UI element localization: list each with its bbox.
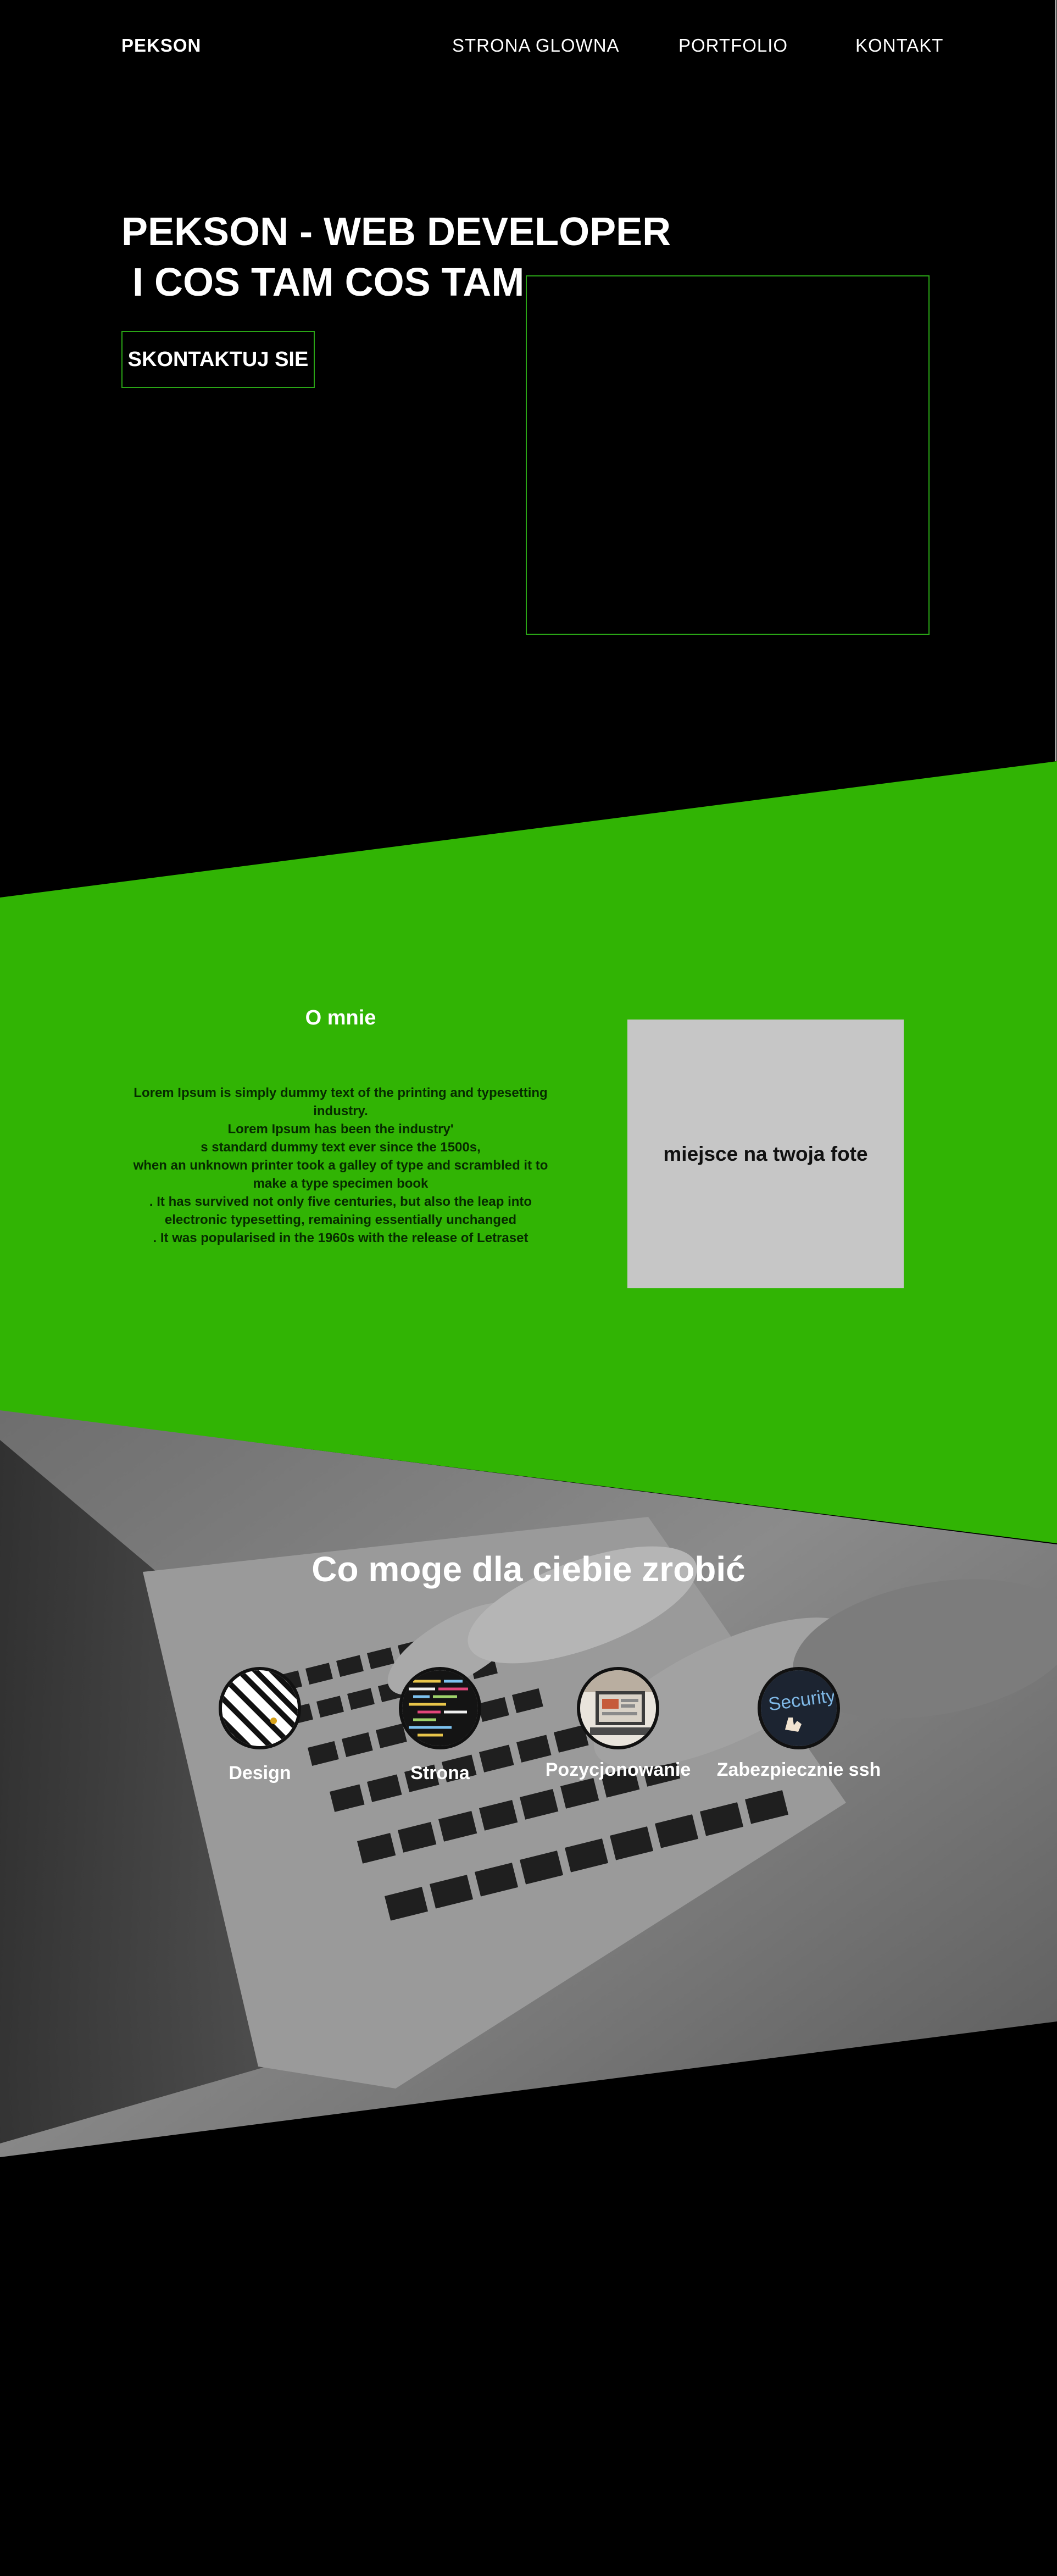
service-label-zabezpieczenie: Zabezpiecznie ssh [716, 1759, 881, 1780]
about-line: make a type specimen book [253, 1176, 429, 1191]
about-line: . It has survived not only five centurie… [149, 1194, 532, 1209]
about-line: Lorem Ipsum is simply dummy text of the … [133, 1085, 548, 1100]
about-line: when an unknown printer took a galley of… [133, 1158, 548, 1173]
service-label-strona: Strona [410, 1763, 470, 1783]
service-zabezpieczenie[interactable]: Security Zabezpiecznie ssh [716, 1667, 881, 1781]
about-line: Lorem Ipsum has been the industry' [227, 1122, 454, 1137]
analytics-screen-icon[interactable] [577, 1667, 659, 1749]
security-icon[interactable]: Security [758, 1667, 840, 1749]
about-line: electronic typesetting, remaining essent… [164, 1212, 517, 1227]
services-title: Co moge dla ciebie zrobić [311, 1549, 746, 1589]
photo-placeholder: miejsce na twoja fote [627, 1020, 904, 1288]
about-title: O mnie [305, 1006, 376, 1029]
code-editor-icon[interactable] [399, 1667, 481, 1749]
about-text: Lorem Ipsum is simply dummy text of the … [129, 1084, 552, 1247]
about-line: . It was popularised in the 1960s with t… [153, 1231, 528, 1245]
service-pozycjonowanie[interactable]: Pozycjonowanie [536, 1667, 700, 1781]
about-line: industry. [313, 1104, 368, 1118]
photo-placeholder-label: miejsce na twoja fote [663, 1142, 868, 1165]
design-stripes-icon[interactable] [219, 1667, 301, 1749]
service-label-pozycjonowanie: Pozycjonowanie [545, 1759, 691, 1780]
about-line: s standard dummy text ever since the 150… [201, 1140, 481, 1155]
service-label-design: Design [229, 1763, 291, 1783]
service-design[interactable]: Design [177, 1667, 342, 1784]
service-strona[interactable]: Strona [358, 1667, 522, 1784]
